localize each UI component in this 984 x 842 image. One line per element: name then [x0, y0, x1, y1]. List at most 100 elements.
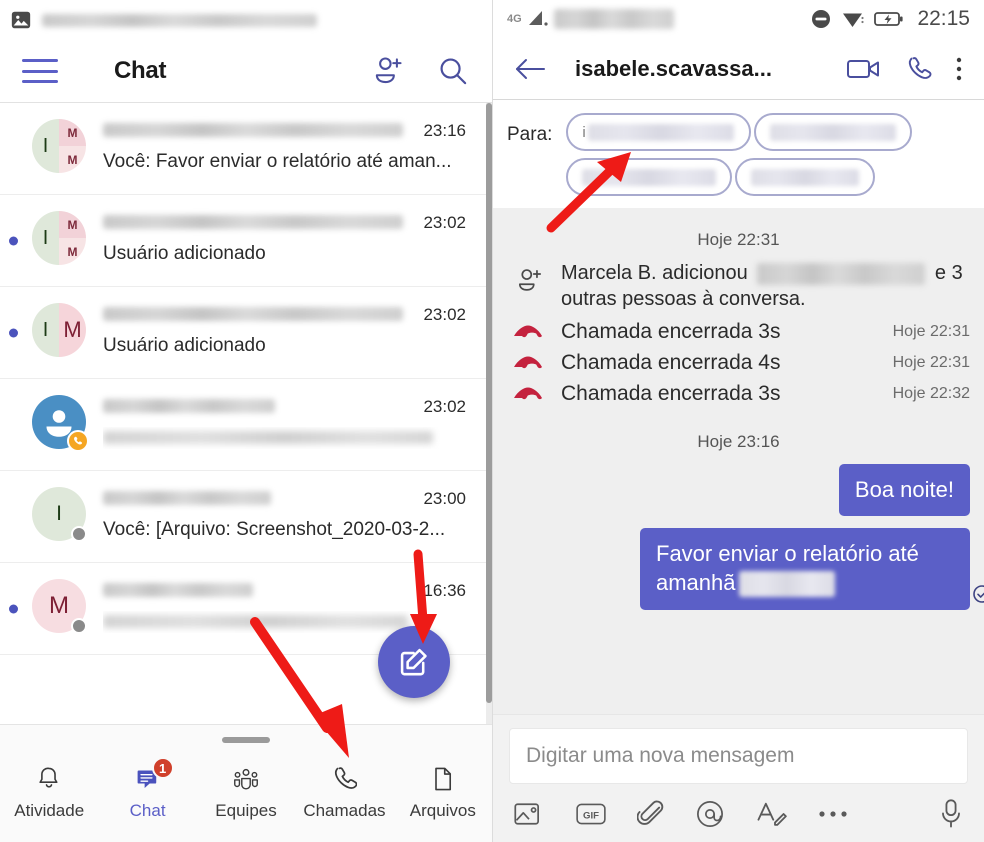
system-message: Marcela B. adicionou e 3 outras pessoas …: [513, 260, 970, 313]
recipient-chip[interactable]: [754, 113, 913, 151]
chat-list-header: Chat: [0, 40, 492, 102]
add-person-icon[interactable]: [372, 54, 406, 88]
avatar: I M: [32, 303, 86, 357]
call-ended-icon: [514, 325, 542, 337]
chat-list-item[interactable]: I M M 23:02 Usuário adicionado: [0, 195, 492, 287]
compose-icon: [400, 648, 427, 676]
chat-name-redacted: [103, 121, 413, 139]
chat-list-item[interactable]: I M 23:02 Usuário adicionado: [0, 287, 492, 379]
video-call-icon[interactable]: [846, 56, 882, 82]
call-event-text: Chamada encerrada 4s: [561, 350, 781, 374]
system-message-text: Marcela B. adicionou e 3 outras pessoas …: [561, 260, 970, 313]
chat-name-redacted: [103, 581, 413, 599]
unread-indicator: [9, 328, 18, 337]
recipients-label: Para:: [507, 124, 553, 145]
call-ended-icon: [514, 356, 542, 368]
chat-name-redacted: [103, 305, 413, 323]
avatar-initial: M: [59, 303, 86, 357]
notification-text-redacted: [42, 13, 317, 27]
svg-text:GIF: GIF: [583, 810, 599, 821]
microphone-icon[interactable]: [938, 798, 964, 830]
nav-tab-arquivos[interactable]: Arquivos: [394, 764, 492, 821]
avatar-initial: M: [59, 211, 86, 238]
more-vertical-icon[interactable]: [954, 55, 964, 83]
unread-indicator: [9, 604, 18, 613]
recipient-name-redacted: [770, 123, 897, 141]
chat-preview: Usuário adicionado: [103, 335, 266, 356]
battery-charging-icon: [874, 12, 904, 26]
call-event-row: Chamada encerrada 3s Hoje 22:31: [513, 320, 970, 344]
file-icon: [435, 767, 451, 791]
nav-label: Chat: [129, 801, 166, 820]
left-phone-panel: Chat I M M 23:16 Você: Favor enviar o re…: [0, 0, 492, 842]
gif-icon[interactable]: GIF: [575, 800, 607, 828]
recipient-chip[interactable]: i: [566, 113, 752, 151]
read-check-icon: [973, 584, 984, 603]
nav-tab-atividade[interactable]: Atividade: [0, 764, 98, 821]
bottom-navigation: Atividade 1 Chat Equipes Chamadas Arquiv…: [0, 724, 492, 842]
thread-daystamp: Hoje 22:31: [697, 230, 780, 249]
call-event-text: Chamada encerrada 3s: [561, 381, 781, 405]
avatar: [32, 395, 89, 452]
avatar-initial: M: [59, 238, 86, 265]
call-event-row: Chamada encerrada 4s Hoje 22:31: [513, 351, 970, 375]
call-ended-icon: [514, 387, 542, 399]
nav-label: Arquivos: [409, 801, 476, 820]
avatar: M: [32, 579, 87, 634]
nav-tab-chamadas[interactable]: Chamadas: [295, 764, 393, 821]
message-bubble-sent[interactable]: Favor enviar o relatório até amanhã: [640, 528, 970, 610]
back-arrow-icon[interactable]: [513, 56, 547, 82]
conversation-header: isabele.scavassa...: [493, 38, 984, 100]
message-bubble-sent[interactable]: Boa noite!: [838, 463, 970, 517]
chat-timestamp: 23:00: [423, 489, 466, 508]
chat-unread-badge: 1: [151, 757, 174, 779]
chat-list[interactable]: I M M 23:16 Você: Favor enviar o relatór…: [0, 102, 492, 724]
chat-name-redacted: [103, 213, 413, 231]
recipient-chip[interactable]: [735, 158, 876, 196]
more-horizontal-icon[interactable]: [817, 808, 851, 820]
call-event-time: Hoje 22:31: [892, 353, 970, 371]
message-input[interactable]: Digitar uma nova mensagem: [509, 728, 968, 784]
avatar: I M M: [32, 211, 86, 265]
signal-bars-icon: [528, 10, 548, 26]
nav-tab-equipes[interactable]: Equipes: [197, 764, 295, 821]
recipient-name-redacted: [582, 168, 717, 186]
hamburger-menu-icon[interactable]: [22, 59, 58, 83]
message-thread[interactable]: Hoje 22:31 Marcela B. adicionou e 3 outr…: [493, 208, 984, 714]
recipients-row: Para: i: [493, 100, 984, 208]
chat-preview-redacted: [103, 427, 466, 449]
recipient-chips: i: [566, 113, 970, 196]
recipient-chip[interactable]: [566, 158, 733, 196]
chat-preview: Você: [Arquivo: Screenshot_2020-03-2...: [103, 519, 446, 540]
format-text-icon[interactable]: [755, 799, 787, 829]
nav-tab-chat[interactable]: 1 Chat: [98, 757, 196, 821]
nav-label: Atividade: [14, 801, 85, 820]
chat-list-item[interactable]: I 23:00 Você: [Arquivo: Screenshot_2020-…: [0, 471, 492, 563]
network-type-label: 4G: [507, 13, 522, 25]
mention-at-icon[interactable]: [695, 799, 725, 829]
do-not-disturb-icon: [812, 10, 831, 28]
recipient-name-redacted: [751, 168, 860, 186]
recipient-chip-prefix: i: [582, 123, 586, 141]
android-status-bar: 4G 22:15: [493, 0, 984, 38]
avatar: I: [32, 487, 87, 542]
composer-toolbar: GIF: [509, 798, 968, 830]
attachment-clip-icon[interactable]: [637, 800, 665, 828]
message-row: Boa noite!: [507, 463, 970, 517]
chat-timestamp: 23:02: [423, 305, 466, 324]
chat-list-item[interactable]: I M M 23:16 Você: Favor enviar o relatór…: [0, 103, 492, 195]
added-person-redacted: [757, 262, 926, 285]
conversation-title: isabele.scavassa...: [575, 55, 772, 81]
compose-new-chat-button[interactable]: [378, 626, 450, 698]
system-text-before: Marcela B. adicionou: [561, 262, 748, 284]
chat-list-item[interactable]: 23:02: [0, 379, 492, 471]
search-icon[interactable]: [436, 54, 470, 88]
phone-call-icon[interactable]: [904, 55, 932, 83]
bell-icon: [39, 767, 58, 788]
call-event-time: Hoje 22:31: [892, 322, 970, 340]
chat-name-redacted: [103, 489, 413, 507]
avatar-initial: I: [32, 119, 59, 173]
avatar-initial: M: [59, 146, 86, 173]
chat-timestamp: 16:36: [423, 581, 466, 600]
image-icon[interactable]: [513, 800, 545, 828]
